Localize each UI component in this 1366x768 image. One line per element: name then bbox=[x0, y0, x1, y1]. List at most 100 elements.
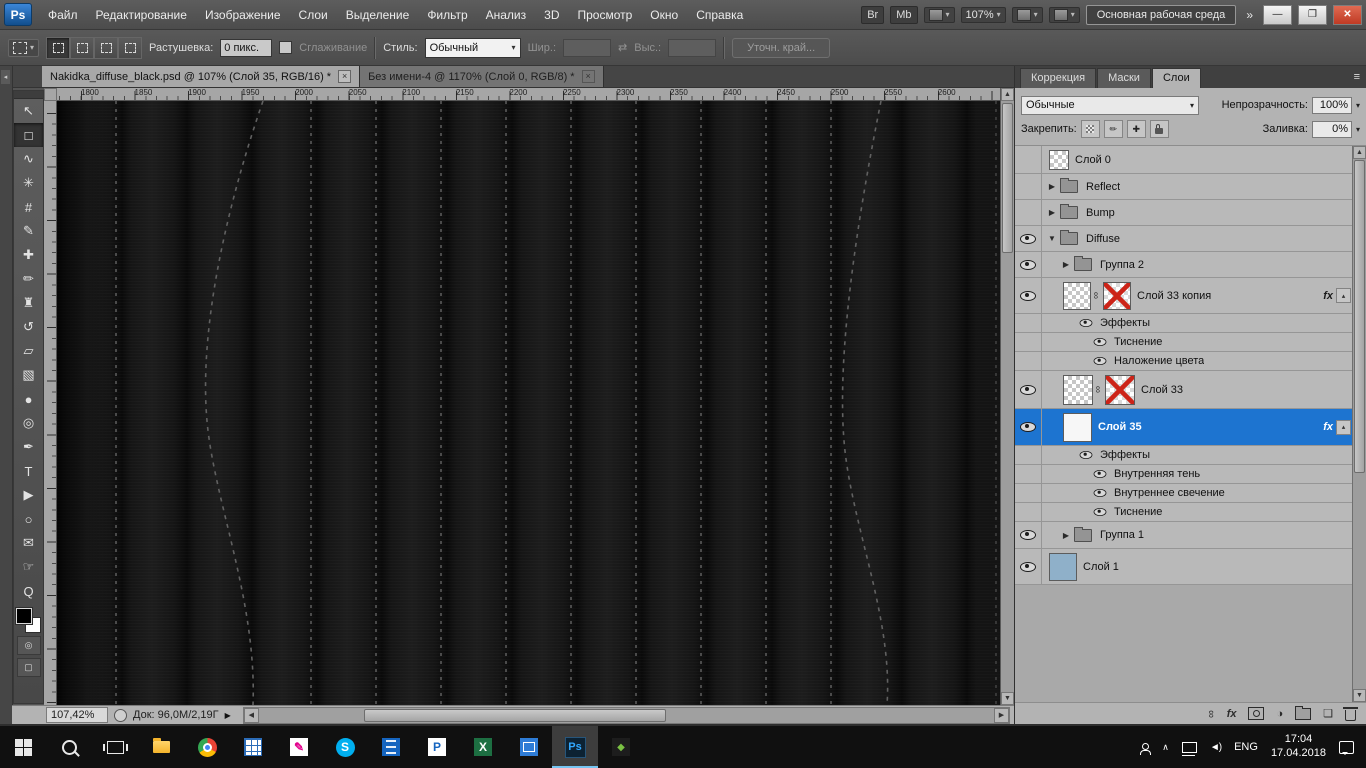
move-tool[interactable]: ↖ bbox=[14, 99, 43, 123]
menu-item-3[interactable]: Слои bbox=[290, 1, 337, 29]
clone-stamp-tool[interactable]: ♜ bbox=[14, 291, 43, 315]
new-layer-icon[interactable]: ❏ bbox=[1323, 707, 1333, 720]
document-canvas[interactable] bbox=[57, 101, 1000, 705]
menu-item-0[interactable]: Файл bbox=[39, 1, 87, 29]
layer-thumbnail[interactable] bbox=[1049, 149, 1069, 170]
screen-mode-button[interactable]: ▢ bbox=[16, 658, 41, 677]
opacity-value[interactable]: 100% bbox=[1311, 96, 1352, 114]
layer-row-6[interactable]: Эффекты bbox=[1015, 314, 1353, 333]
layer-name[interactable]: Эффекты bbox=[1100, 449, 1150, 461]
lock-transparent-pixels-button[interactable] bbox=[1080, 120, 1100, 138]
height-input[interactable] bbox=[668, 38, 717, 57]
effect-eye-icon[interactable] bbox=[1079, 319, 1093, 327]
document-tab-active[interactable]: Nakidka_diffuse_black.psd @ 107% (Слой 3… bbox=[42, 66, 361, 87]
visibility-toggle[interactable] bbox=[1015, 146, 1042, 173]
effect-eye-icon[interactable] bbox=[1093, 357, 1107, 365]
layer-thumbnail[interactable] bbox=[1063, 412, 1092, 442]
delete-layer-icon[interactable] bbox=[1343, 706, 1358, 721]
layer-name[interactable]: Внутреннее свечение bbox=[1114, 487, 1225, 499]
scroll-up-icon[interactable]: ▲ bbox=[1353, 146, 1366, 159]
layer-name[interactable]: Слой 33 копия bbox=[1137, 290, 1211, 302]
search-taskbar-button[interactable] bbox=[46, 726, 92, 768]
file-explorer-taskbar-button[interactable] bbox=[138, 726, 184, 768]
skype-taskbar-button[interactable]: S bbox=[322, 726, 368, 768]
rectangular-marquee-tool[interactable]: □ bbox=[14, 123, 43, 147]
layer-row-14[interactable]: Тиснение bbox=[1015, 503, 1353, 522]
layer-thumbnail[interactable] bbox=[1049, 552, 1077, 581]
layer-thumbnail[interactable] bbox=[1063, 374, 1093, 405]
clock[interactable]: 17:04 17.04.2018 bbox=[1271, 733, 1326, 761]
brush-tool[interactable]: ✏ bbox=[14, 267, 43, 291]
crop-tool[interactable]: # bbox=[14, 195, 43, 219]
subtract-from-selection-button[interactable] bbox=[94, 36, 119, 59]
layer-thumbnail[interactable] bbox=[1063, 281, 1091, 310]
link-layers-icon[interactable]: ∞ bbox=[1205, 710, 1217, 718]
visibility-toggle[interactable] bbox=[1015, 252, 1042, 277]
minimize-button[interactable]: — bbox=[1263, 4, 1292, 25]
chrome-taskbar-button[interactable] bbox=[184, 726, 230, 768]
layer-name[interactable]: Тиснение bbox=[1114, 506, 1162, 518]
layer-row-4[interactable]: ▶ Группа 2 bbox=[1015, 252, 1353, 278]
layer-row-10[interactable]: Слой 35 fx ▴ bbox=[1015, 409, 1353, 446]
tab-layers[interactable]: Слои bbox=[1151, 68, 1201, 88]
feather-input[interactable]: 0 пикс. bbox=[220, 38, 273, 57]
layer-row-7[interactable]: Тиснение bbox=[1015, 333, 1353, 352]
visibility-toggle[interactable] bbox=[1015, 484, 1042, 502]
effects-collapse-button[interactable]: ▴ bbox=[1336, 288, 1351, 303]
menu-item-1[interactable]: Редактирование bbox=[87, 1, 196, 29]
menu-item-6[interactable]: Анализ bbox=[477, 1, 536, 29]
tool-preset-picker[interactable]: ▾ bbox=[8, 38, 40, 57]
lock-position-button[interactable]: ✚ bbox=[1126, 120, 1146, 138]
layer-name[interactable]: Наложение цвета bbox=[1114, 355, 1204, 367]
pen-tool[interactable]: ✒ bbox=[14, 435, 43, 459]
menu-item-10[interactable]: Справка bbox=[687, 1, 752, 29]
visibility-toggle[interactable] bbox=[1015, 278, 1042, 313]
add-to-selection-button[interactable] bbox=[70, 36, 95, 59]
menu-item-9[interactable]: Окно bbox=[641, 1, 687, 29]
layers-scroll-thumb[interactable] bbox=[1354, 160, 1365, 474]
healing-brush-tool[interactable]: ✚ bbox=[14, 243, 43, 267]
visibility-toggle[interactable] bbox=[1015, 333, 1042, 351]
quick-selection-tool[interactable]: ✳ bbox=[14, 171, 43, 195]
group-expand-icon[interactable]: ▶ bbox=[1046, 208, 1058, 217]
status-zoom-field[interactable]: 107,42% bbox=[46, 707, 108, 723]
status-flyout-icon[interactable]: ▶ bbox=[225, 711, 231, 720]
photoshop-taskbar-button[interactable]: Ps bbox=[552, 726, 598, 768]
lock-all-button[interactable] bbox=[1149, 120, 1169, 138]
guides-dropdown[interactable]: ▾ bbox=[923, 6, 955, 23]
scroll-left-icon[interactable]: ◀ bbox=[243, 707, 259, 723]
visibility-toggle[interactable] bbox=[1015, 352, 1042, 370]
visibility-toggle[interactable] bbox=[1015, 371, 1042, 408]
mini-bridge-button[interactable]: Mb bbox=[890, 5, 918, 24]
task-view-taskbar-button[interactable] bbox=[92, 726, 138, 768]
eyedropper-tool[interactable]: ✎ bbox=[14, 219, 43, 243]
layer-row-12[interactable]: Внутренняя тень bbox=[1015, 465, 1353, 484]
layer-style-icon[interactable]: fx bbox=[1227, 708, 1237, 720]
layer-row-11[interactable]: Эффекты bbox=[1015, 446, 1353, 465]
tray-overflow-icon[interactable]: ∧ bbox=[1162, 742, 1169, 753]
group-expand-icon[interactable]: ▶ bbox=[1060, 260, 1072, 269]
fx-badge[interactable]: fx bbox=[1323, 421, 1336, 433]
menu-item-7[interactable]: 3D bbox=[535, 1, 568, 29]
close-tab-icon[interactable]: × bbox=[338, 70, 352, 83]
layer-name[interactable]: Reflect bbox=[1086, 181, 1120, 193]
layer-name[interactable]: Слой 0 bbox=[1075, 154, 1111, 166]
layer-name[interactable]: Внутренняя тень bbox=[1114, 468, 1200, 480]
screen-mode-dropdown[interactable]: ▾ bbox=[1048, 6, 1080, 23]
layers-panel-scrollbar[interactable]: ▲ ▼ bbox=[1352, 146, 1366, 702]
history-brush-tool[interactable]: ↺ bbox=[14, 315, 43, 339]
layer-row-13[interactable]: Внутреннее свечение bbox=[1015, 484, 1353, 503]
blur-tool[interactable]: ● bbox=[14, 387, 43, 411]
pen-app-taskbar-button[interactable] bbox=[276, 726, 322, 768]
bridge-button[interactable]: Br bbox=[861, 5, 885, 24]
zoom-tool[interactable]: Q bbox=[14, 579, 43, 603]
style-select[interactable]: Обычный ▾ bbox=[424, 37, 521, 58]
scroll-right-icon[interactable]: ▶ bbox=[994, 707, 1009, 723]
group-collapse-icon[interactable]: ▼ bbox=[1046, 234, 1058, 243]
group-expand-icon[interactable]: ▶ bbox=[1060, 531, 1072, 540]
effect-eye-icon[interactable] bbox=[1079, 451, 1093, 459]
swap-width-height-icon[interactable]: ⇄ bbox=[618, 41, 627, 54]
notes-tool[interactable]: ✉ bbox=[14, 531, 43, 555]
document-app-taskbar-button[interactable]: P bbox=[414, 726, 460, 768]
layer-name[interactable]: Bump bbox=[1086, 207, 1115, 219]
